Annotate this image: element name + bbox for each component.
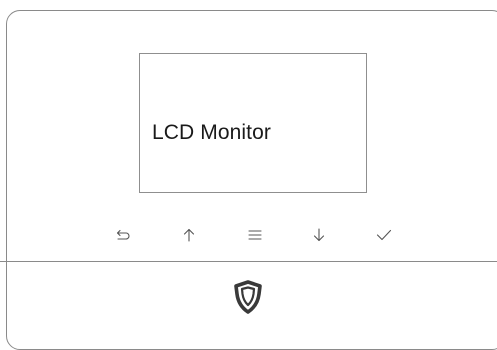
menu-button[interactable]: [242, 223, 268, 247]
checkmark-icon: [376, 229, 392, 241]
shield-logo-icon: [234, 280, 262, 314]
back-icon: [116, 229, 130, 240]
arrow-up-icon: [183, 228, 195, 242]
shield-logo: [233, 280, 263, 314]
menu-icon: [248, 230, 262, 240]
up-button[interactable]: [176, 223, 202, 247]
screen-label: LCD Monitor: [152, 121, 271, 144]
confirm-button[interactable]: [371, 223, 397, 247]
down-button[interactable]: [306, 223, 332, 247]
back-button[interactable]: [111, 223, 137, 247]
arrow-down-icon: [313, 228, 325, 242]
panel-divider: [0, 261, 497, 262]
lcd-screen: LCD Monitor: [139, 53, 367, 193]
